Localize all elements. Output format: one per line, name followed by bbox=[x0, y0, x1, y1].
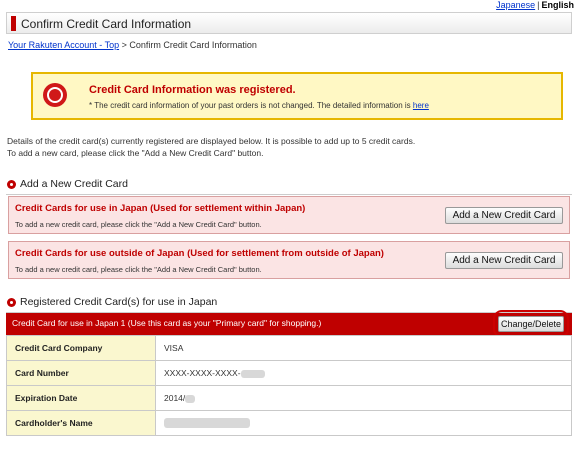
registered-section-heading: Registered Credit Card(s) for use in Jap… bbox=[6, 295, 572, 313]
add-japan-title: Credit Cards for use in Japan (Used for … bbox=[15, 203, 306, 214]
breadcrumb-account-top-link[interactable]: Your Rakuten Account - Top bbox=[8, 40, 119, 50]
expiration-value: 2014/ bbox=[164, 393, 186, 403]
add-outside-title: Credit Cards for use outside of Japan (U… bbox=[15, 248, 384, 259]
language-separator: | bbox=[537, 0, 540, 10]
table-row: Expiration Date 2014/ bbox=[6, 385, 572, 411]
add-outside-subtitle: To add a new credit card, please click t… bbox=[15, 265, 262, 274]
card-number-value: XXXX-XXXX-XXXX- bbox=[164, 368, 241, 378]
notice-subtitle-text: * The credit card information of your pa… bbox=[89, 101, 411, 110]
row-label: Credit Card Company bbox=[6, 335, 156, 361]
add-outside-card-box: Credit Cards for use outside of Japan (U… bbox=[8, 241, 570, 279]
registered-section-title: Registered Credit Card(s) for use in Jap… bbox=[20, 296, 218, 308]
intro-line-2: To add a new card, please click the "Add… bbox=[7, 148, 264, 158]
breadcrumb-separator: > bbox=[121, 40, 127, 50]
card-1-header-bar: Credit Card for use in Japan 1 (Use this… bbox=[6, 313, 572, 335]
intro-line-1: Details of the credit card(s) currently … bbox=[7, 136, 416, 146]
notice-subtitle: * The credit card information of your pa… bbox=[89, 101, 429, 110]
success-notice: Credit Card Information was registered. … bbox=[31, 72, 563, 120]
breadcrumb: Your Rakuten Account - Top > Confirm Cre… bbox=[8, 40, 257, 50]
row-value-cell bbox=[155, 410, 572, 436]
row-value: VISA bbox=[155, 335, 572, 361]
notice-title: Credit Card Information was registered. bbox=[89, 84, 296, 96]
row-label: Card Number bbox=[6, 360, 156, 386]
breadcrumb-current: Confirm Credit Card Information bbox=[129, 40, 257, 50]
page-header: Confirm Credit Card Information bbox=[6, 12, 572, 34]
add-japan-card-button[interactable]: Add a New Credit Card bbox=[445, 207, 563, 224]
add-section-heading: Add a New Credit Card bbox=[6, 177, 572, 195]
page-title: Confirm Credit Card Information bbox=[21, 17, 192, 31]
add-japan-subtitle: To add a new credit card, please click t… bbox=[15, 220, 262, 229]
notice-here-link[interactable]: here bbox=[413, 101, 429, 110]
redacted-mask bbox=[164, 418, 250, 429]
row-label: Expiration Date bbox=[6, 385, 156, 411]
table-row: Credit Card Company VISA bbox=[6, 335, 572, 361]
card-1-header-text: Credit Card for use in Japan 1 (Use this… bbox=[12, 318, 322, 328]
bullet-icon bbox=[7, 298, 16, 307]
redacted-mask bbox=[240, 369, 265, 378]
add-section-title: Add a New Credit Card bbox=[20, 178, 128, 190]
card-1-details-table: Credit Card Company VISA Card Number XXX… bbox=[6, 335, 572, 436]
header-accent-bar bbox=[11, 16, 16, 31]
redacted-mask bbox=[185, 394, 196, 403]
notice-circle-icon bbox=[43, 83, 67, 107]
row-value-cell: 2014/ bbox=[155, 385, 572, 411]
highlight-ring bbox=[493, 310, 569, 338]
table-row: Cardholder's Name bbox=[6, 410, 572, 436]
add-outside-card-button[interactable]: Add a New Credit Card bbox=[445, 252, 563, 269]
table-row: Card Number XXXX-XXXX-XXXX- bbox=[6, 360, 572, 386]
japanese-link[interactable]: Japanese bbox=[496, 0, 535, 10]
row-value-cell: XXXX-XXXX-XXXX- bbox=[155, 360, 572, 386]
row-label: Cardholder's Name bbox=[6, 410, 156, 436]
english-label: English bbox=[541, 0, 574, 10]
add-japan-card-box: Credit Cards for use in Japan (Used for … bbox=[8, 196, 570, 234]
bullet-icon bbox=[7, 180, 16, 189]
language-switcher: Japanese | English bbox=[496, 0, 574, 10]
